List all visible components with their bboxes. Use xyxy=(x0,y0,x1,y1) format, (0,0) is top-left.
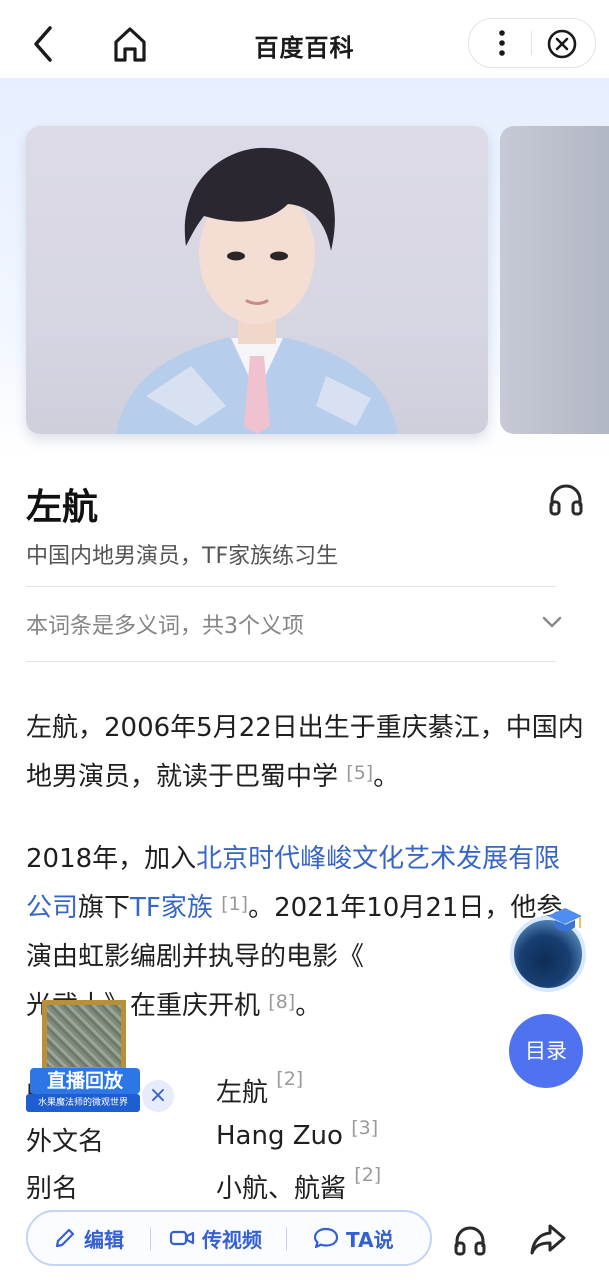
graduation-cap-icon xyxy=(546,906,584,936)
infobox-value-text: Hang Zuo xyxy=(216,1121,343,1151)
headphones-icon[interactable] xyxy=(546,480,586,518)
reference-mark[interactable]: [5] xyxy=(346,762,373,784)
infobox-value: Hang Zuo [3] xyxy=(216,1117,378,1151)
mini-program-capsule xyxy=(468,18,596,68)
tf-family-link[interactable]: TF家族 xyxy=(130,893,213,923)
infobox-value-text: 左航 xyxy=(216,1078,269,1108)
polysemy-notice[interactable]: 本词条是多义词，共3个义项 xyxy=(26,608,304,640)
capsule-divider xyxy=(531,31,532,55)
video-camera-icon xyxy=(169,1230,195,1246)
reference-mark[interactable]: [3] xyxy=(351,1117,378,1139)
reference-mark[interactable]: [1] xyxy=(221,893,248,915)
hero-gallery xyxy=(0,78,609,458)
headphones-icon[interactable] xyxy=(452,1222,488,1258)
career-text: 2018年，加入 xyxy=(26,844,197,874)
chat-bubble-icon xyxy=(313,1227,339,1249)
intro-paragraph: 左航，2006年5月22日出生于重庆綦江，中国内地男演员，就读于巴蜀中学 [5]… xyxy=(26,704,586,802)
portrait-photo[interactable] xyxy=(26,126,488,434)
more-vertical-icon[interactable] xyxy=(487,27,517,59)
infobox-row: 外文名 Hang Zuo [3] xyxy=(26,1117,546,1169)
entry-subtitle: 中国内地男演员，TF家族练习生 xyxy=(26,544,339,569)
infobox-value: 左航 [2] xyxy=(216,1068,303,1109)
upload-video-label: 传视频 xyxy=(202,1227,262,1252)
upload-video-button[interactable]: 传视频 xyxy=(168,1212,262,1264)
bottom-action-bar: 编辑 传视频 TA说 xyxy=(0,1200,609,1280)
toc-button[interactable]: 目录 xyxy=(509,1014,583,1088)
reference-mark[interactable]: [2] xyxy=(354,1164,381,1186)
divider xyxy=(26,661,556,662)
pencil-icon xyxy=(55,1228,75,1248)
divider xyxy=(26,586,556,587)
pill-divider xyxy=(286,1227,287,1251)
ta-say-label: TA说 xyxy=(346,1227,394,1252)
punctuation: 。 xyxy=(373,762,400,792)
next-photo-preview[interactable] xyxy=(500,126,609,434)
punctuation: 。 xyxy=(295,991,322,1021)
reference-mark[interactable]: [8] xyxy=(268,991,295,1013)
top-bar: 百度百科 xyxy=(0,0,609,88)
career-text: 旗下 xyxy=(78,893,131,923)
edit-button[interactable]: 编辑 xyxy=(52,1212,124,1264)
live-replay-subtitle: 水果魔法师的微观世界 xyxy=(26,1094,140,1112)
share-icon[interactable] xyxy=(528,1220,568,1258)
reference-mark[interactable]: [2] xyxy=(276,1068,303,1090)
live-replay-thumbnail[interactable] xyxy=(42,1000,126,1072)
close-circle-icon[interactable] xyxy=(545,27,579,61)
chevron-down-icon[interactable] xyxy=(538,610,566,634)
entry-name: 左航 xyxy=(26,487,99,528)
pill-divider xyxy=(150,1227,151,1251)
infobox-key: 外文名 xyxy=(26,1127,105,1157)
live-replay-label[interactable]: 直播回放 xyxy=(30,1068,140,1094)
intro-text: 左航，2006年5月22日出生于重庆綦江，中国内地男演员，就读于巴蜀中学 xyxy=(26,713,584,792)
close-icon[interactable]: × xyxy=(142,1080,174,1112)
action-pill: 编辑 传视频 TA说 xyxy=(26,1210,432,1266)
edit-label: 编辑 xyxy=(84,1227,124,1252)
ta-say-button[interactable]: TA说 xyxy=(312,1212,394,1264)
